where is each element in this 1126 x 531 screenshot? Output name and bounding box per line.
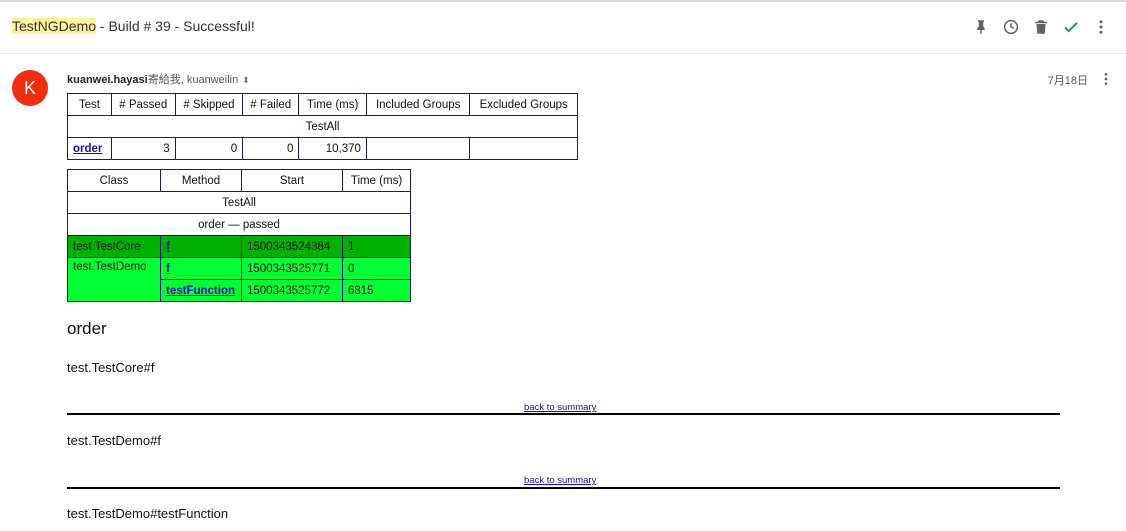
col-test: Test	[67, 93, 112, 116]
start-cell: 1500343525771	[241, 257, 343, 280]
col-time: Time (ms)	[298, 93, 367, 116]
col-method-time: Time (ms)	[342, 169, 411, 192]
group-row: order — passed	[67, 213, 411, 236]
back-to-summary-link[interactable]: back to summary	[524, 475, 596, 486]
pin-icon[interactable]	[970, 16, 992, 38]
method-cell: f	[160, 257, 242, 280]
start-cell: 1500343525772	[241, 279, 343, 302]
col-start: Start	[241, 169, 343, 192]
method-cell: testFunction	[160, 279, 242, 302]
col-skipped: # Skipped	[174, 93, 244, 116]
summary-header-row: Test # Passed # Skipped # Failed Time (m…	[67, 93, 578, 116]
header-actions	[970, 16, 1112, 38]
table-row: order 3 0 0 10,370	[67, 137, 578, 160]
details-heading: order	[67, 319, 107, 338]
start-cell: 1500343524384	[241, 235, 343, 258]
methods-suite-row: TestAll	[67, 191, 411, 214]
method-link[interactable]: f	[166, 263, 170, 275]
suite-row: TestAll	[67, 115, 578, 138]
suite-name: TestAll	[67, 115, 578, 138]
col-class: Class	[67, 169, 161, 192]
check-icon[interactable]	[1060, 16, 1082, 38]
subject-highlight: TestNGDemo	[12, 18, 97, 34]
group-status: order — passed	[67, 213, 411, 236]
divider	[67, 487, 1060, 489]
more-vert-icon[interactable]	[1090, 16, 1112, 38]
recipients: 寄給我, kuanweilin	[147, 74, 239, 86]
test-cell: order	[67, 137, 112, 160]
sender-avatar[interactable]: K	[12, 70, 48, 106]
class-cell: test.TestCore	[67, 235, 161, 258]
methods-suite-name: TestAll	[67, 191, 411, 214]
col-passed: # Passed	[110, 93, 176, 116]
methods-table: Class Method Start Time (ms) TestAll ord…	[67, 169, 411, 302]
passed-cell: 3	[110, 137, 176, 160]
col-excluded-groups: Excluded Groups	[469, 93, 578, 116]
sender-line: kuanwei.hayasi寄給我, kuanweilin ⬍	[67, 71, 250, 87]
sender-name[interactable]: kuanwei.hayasi	[67, 74, 148, 86]
message-more-icon[interactable]	[1098, 70, 1114, 88]
section-title: test.TestCore#f	[67, 360, 155, 375]
details-toggle-icon[interactable]: ⬍	[242, 75, 250, 85]
subject-text: - Build # 39 - Successful!	[96, 18, 255, 34]
class-cell: test.TestDemo	[67, 257, 161, 302]
skipped-cell: 0	[174, 137, 244, 160]
included-cell	[365, 137, 471, 160]
time-cell: 1	[342, 235, 411, 258]
back-to-summary-link[interactable]: back to summary	[524, 402, 596, 413]
time-cell: 0	[342, 257, 411, 280]
time-cell: 6815	[342, 279, 411, 302]
methods-header-row: Class Method Start Time (ms)	[67, 169, 411, 192]
section-title: test.TestDemo#testFunction	[67, 506, 229, 521]
excluded-cell	[469, 137, 578, 160]
failed-cell: 0	[242, 137, 300, 160]
col-included-groups: Included Groups	[365, 93, 471, 116]
snooze-clock-icon[interactable]	[1000, 16, 1022, 38]
divider	[67, 413, 1060, 415]
method-cell: f	[160, 235, 242, 258]
table-row: test.TestCore f 1500343524384 1	[67, 235, 411, 258]
message-date: 7月18日	[1047, 75, 1088, 87]
trash-icon[interactable]	[1030, 16, 1052, 38]
summary-table: Test # Passed # Skipped # Failed Time (m…	[67, 93, 578, 160]
method-link[interactable]: testFunction	[166, 285, 235, 297]
test-link[interactable]: order	[73, 143, 102, 155]
time-cell: 10,370	[298, 137, 367, 160]
col-failed: # Failed	[242, 93, 300, 116]
col-method: Method	[160, 169, 242, 192]
method-link[interactable]: f	[166, 241, 170, 253]
email-subject: TestNGDemo - Build # 39 - Successful!	[12, 18, 255, 34]
table-row: test.TestDemo f 1500343525771 0	[67, 257, 411, 302]
section-title: test.TestDemo#f	[67, 433, 161, 448]
email-header: TestNGDemo - Build # 39 - Successful!	[0, 2, 1126, 54]
